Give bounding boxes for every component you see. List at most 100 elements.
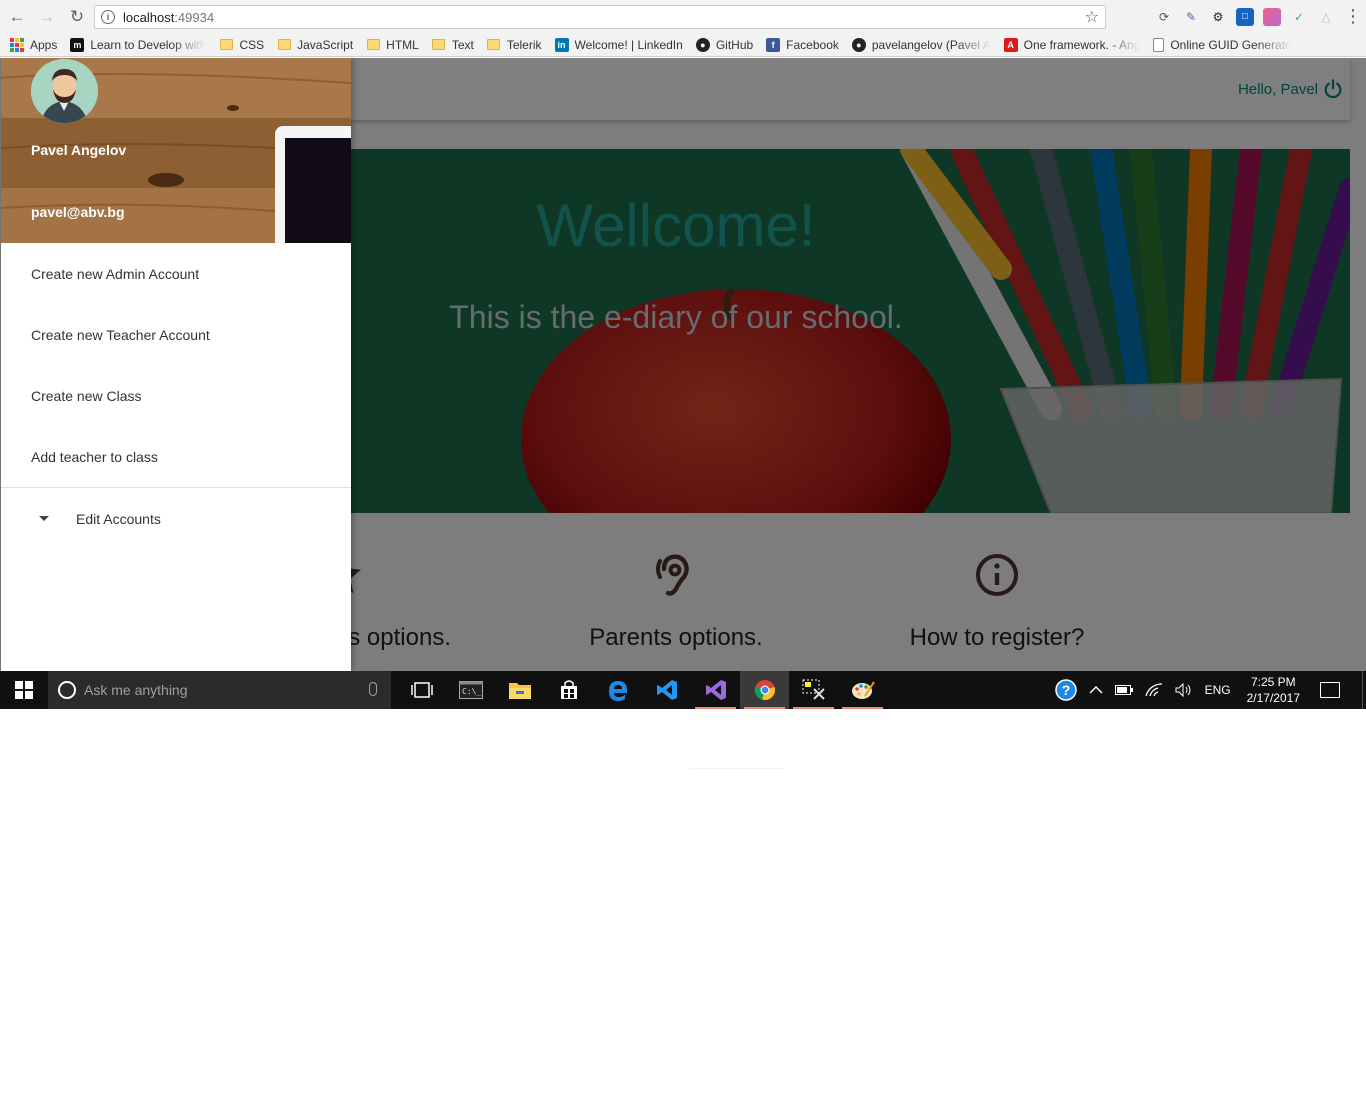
language-indicator[interactable]: ENG [1205, 683, 1231, 697]
bookmark-folder-html[interactable]: HTML [366, 38, 419, 52]
taskbar-snipping-tool[interactable] [789, 671, 838, 709]
bookmark-label: Facebook [786, 37, 839, 52]
browser-toolbar: ← → ↻ i localhost:49934 ☆ ⟳ ✎ ⚙ □ ✓ △ ⋮ [0, 0, 1366, 33]
user-view: Pavel Angelov pavel@abv.bg [1, 58, 351, 243]
bookmark-folder-telerik[interactable]: Telerik [487, 38, 542, 52]
bookmark-label: Apps [30, 37, 58, 52]
taskbar-visual-studio[interactable] [691, 671, 740, 709]
folder-icon [366, 38, 380, 52]
info-icon[interactable]: i [101, 10, 115, 24]
action-center-icon[interactable] [1320, 682, 1340, 698]
folder-icon [277, 38, 291, 52]
bookmark-label: Online GUID Generato [1170, 37, 1292, 52]
task-view-icon [410, 682, 433, 698]
nav-create-class[interactable]: Create new Class [1, 365, 351, 426]
bookmark-label: pavelangelov (Pavel A [871, 37, 991, 52]
cortana-search-box[interactable]: Ask me anything [48, 671, 391, 709]
extension-sync-icon[interactable]: ⟳ [1155, 8, 1173, 26]
folder-icon [219, 38, 233, 52]
bookmark-github-profile[interactable]: ● pavelangelov (Pavel A [851, 37, 991, 52]
folder-icon [487, 38, 501, 52]
user-name[interactable]: Pavel Angelov [31, 142, 126, 158]
user-email[interactable]: pavel@abv.bg [31, 204, 125, 220]
nav-edit-accounts-collapsible[interactable]: Edit Accounts [1, 488, 351, 549]
extension-check-icon[interactable]: ✓ [1290, 8, 1308, 26]
nav-item-label: Create new Teacher Account [31, 326, 210, 343]
avatar[interactable] [31, 59, 98, 123]
page-viewport: Hello, Pavel [0, 58, 1366, 671]
github-icon: ● [695, 37, 710, 52]
linkedin-icon: in [554, 37, 569, 52]
help-icon[interactable]: ? [1054, 679, 1077, 701]
taskbar-chrome[interactable] [740, 671, 789, 709]
bookmark-label: Learn to Develop with [90, 37, 207, 52]
bookmarks-bar: Apps m Learn to Develop with CSS JavaScr… [0, 33, 1366, 57]
show-desktop-button[interactable] [1362, 671, 1366, 709]
bookmark-label: CSS [239, 37, 265, 52]
system-tray: ? ENG 7:25 PM 2/17/2017 [1049, 671, 1366, 709]
cortana-icon [58, 681, 76, 699]
angular-icon: A [1003, 37, 1018, 52]
volume-icon[interactable] [1175, 683, 1193, 697]
clock-date: 2/17/2017 [1246, 691, 1300, 705]
bookmark-label: Telerik [506, 37, 542, 52]
terminal-icon: C:\_ [458, 681, 483, 699]
bookmark-star-icon[interactable]: ☆ [1085, 7, 1099, 27]
back-button[interactable]: ← [4, 4, 30, 30]
side-nav: Pavel Angelov pavel@abv.bg Create new Ad… [1, 58, 351, 671]
svg-text:?: ? [1061, 682, 1070, 698]
windows-logo-icon [15, 681, 33, 699]
collapsible-label: Edit Accounts [76, 510, 161, 527]
taskbar-paint[interactable] [838, 671, 887, 709]
bookmark-apps[interactable]: Apps [10, 37, 58, 52]
url-text[interactable]: localhost:49934 [123, 10, 214, 25]
bookmark-label: One framework. - Ang [1023, 37, 1141, 52]
forward-button[interactable]: → [34, 4, 60, 30]
reload-button[interactable]: ↻ [64, 4, 90, 30]
url-host: localhost [123, 9, 175, 25]
taskbar-file-explorer[interactable] [495, 671, 544, 709]
clock[interactable]: 7:25 PM 2/17/2017 [1247, 674, 1300, 706]
nav-item-label: Create new Class [31, 387, 142, 404]
url-port: :49934 [174, 9, 215, 25]
extension-window-icon[interactable]: □ [1236, 7, 1254, 26]
store-bag-icon [560, 680, 577, 699]
battery-icon[interactable] [1114, 685, 1133, 695]
bookmark-folder-javascript[interactable]: JavaScript [277, 38, 353, 52]
nav-item-label: Add teacher to class [31, 448, 158, 465]
address-bar[interactable]: i localhost:49934 ☆ [94, 5, 1106, 29]
extensions-area: ⟳ ✎ ⚙ □ ✓ △ ⋮ [1155, 6, 1362, 27]
svg-text:C:\_: C:\_ [462, 687, 481, 696]
bookmark-label: HTML [386, 37, 419, 52]
bookmark-angular[interactable]: A One framework. - Ang [1003, 37, 1141, 52]
chevron-up-icon[interactable] [1089, 685, 1103, 695]
extension-eyedropper-icon[interactable]: ✎ [1182, 8, 1200, 26]
bookmark-linkedin[interactable]: in Welcome! | LinkedIn [554, 37, 683, 52]
bookmark-facebook[interactable]: f Facebook [766, 37, 839, 52]
taskbar-terminal[interactable]: C:\_ [446, 671, 495, 709]
microphone-icon[interactable] [369, 682, 377, 696]
taskbar-edge[interactable] [593, 671, 642, 709]
taskbar-store[interactable] [544, 671, 593, 709]
bookmark-guid[interactable]: Online GUID Generato [1153, 37, 1292, 52]
extension-gradient-icon[interactable] [1263, 7, 1281, 26]
clock-time: 7:25 PM [1250, 675, 1296, 689]
extension-drive-icon[interactable]: △ [1317, 8, 1335, 26]
chrome-icon [754, 680, 775, 700]
nav-add-teacher-to-class[interactable]: Add teacher to class [1, 426, 351, 487]
bookmark-folder-css[interactable]: CSS [219, 38, 264, 52]
apps-grid-icon [10, 37, 24, 52]
nav-create-admin-account[interactable]: Create new Admin Account [1, 243, 351, 304]
task-view-button[interactable] [397, 671, 446, 709]
nav-create-teacher-account[interactable]: Create new Teacher Account [1, 304, 351, 365]
taskbar-vscode[interactable] [642, 671, 691, 709]
bookmark-folder-text[interactable]: Text [432, 38, 474, 52]
chrome-menu-icon[interactable]: ⋮ [1344, 6, 1362, 27]
bookmark-github[interactable]: ● GitHub [695, 37, 753, 52]
bookmark-learn[interactable]: m Learn to Develop with [70, 37, 207, 52]
start-button[interactable] [0, 671, 48, 709]
bookmark-label: Text [451, 37, 474, 52]
wifi-icon[interactable] [1144, 683, 1163, 697]
extension-gear-icon[interactable]: ⚙ [1209, 8, 1227, 26]
edge-icon [608, 681, 627, 701]
